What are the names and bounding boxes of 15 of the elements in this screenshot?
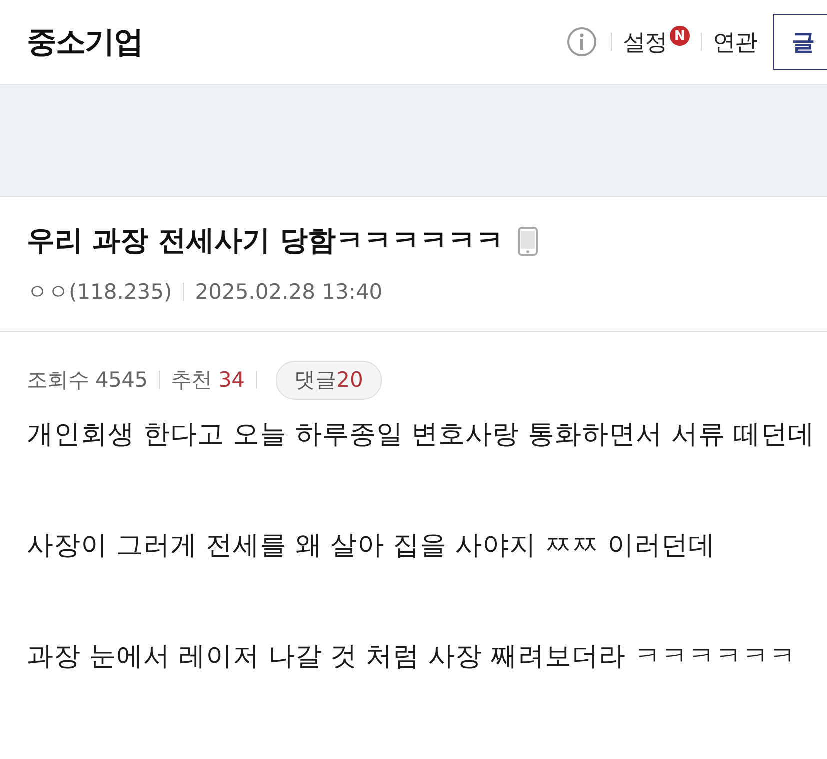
post-title: 우리 과장 전세사기 당함ㅋㅋㅋㅋㅋㅋ — [27, 223, 504, 259]
header-link[interactable]: 설정 — [623, 26, 667, 58]
post-author: ㅇㅇ(118.235) — [27, 279, 172, 306]
post-paragraph: 과장 눈에서 레이저 나갈 것 처럼 사장 째려보더라 ㅋㅋㅋㅋㅋㅋ — [27, 641, 796, 673]
recommend-count: 추천 34 — [170, 367, 245, 394]
post-paragraph: 개인회생 한다고 오늘 하루종일 변호사랑 통화하면서 서류 떼던데 — [27, 419, 815, 451]
comment-button[interactable]: 댓글20 — [276, 360, 382, 400]
view-count: 조회수 4545 — [27, 367, 148, 394]
header-link[interactable]: 연관 — [713, 26, 757, 58]
post-date: 2025.02.28 13:40 — [195, 280, 383, 304]
info-icon[interactable] — [567, 27, 597, 57]
write-button[interactable]: 글 — [773, 14, 827, 70]
new-badge: N — [670, 26, 690, 46]
gallery-title: 중소기업 — [27, 24, 144, 62]
post-paragraph: 사장이 그러게 전세를 왜 살아 집을 사야지 ㅉㅉ 이러던데 — [27, 530, 716, 562]
